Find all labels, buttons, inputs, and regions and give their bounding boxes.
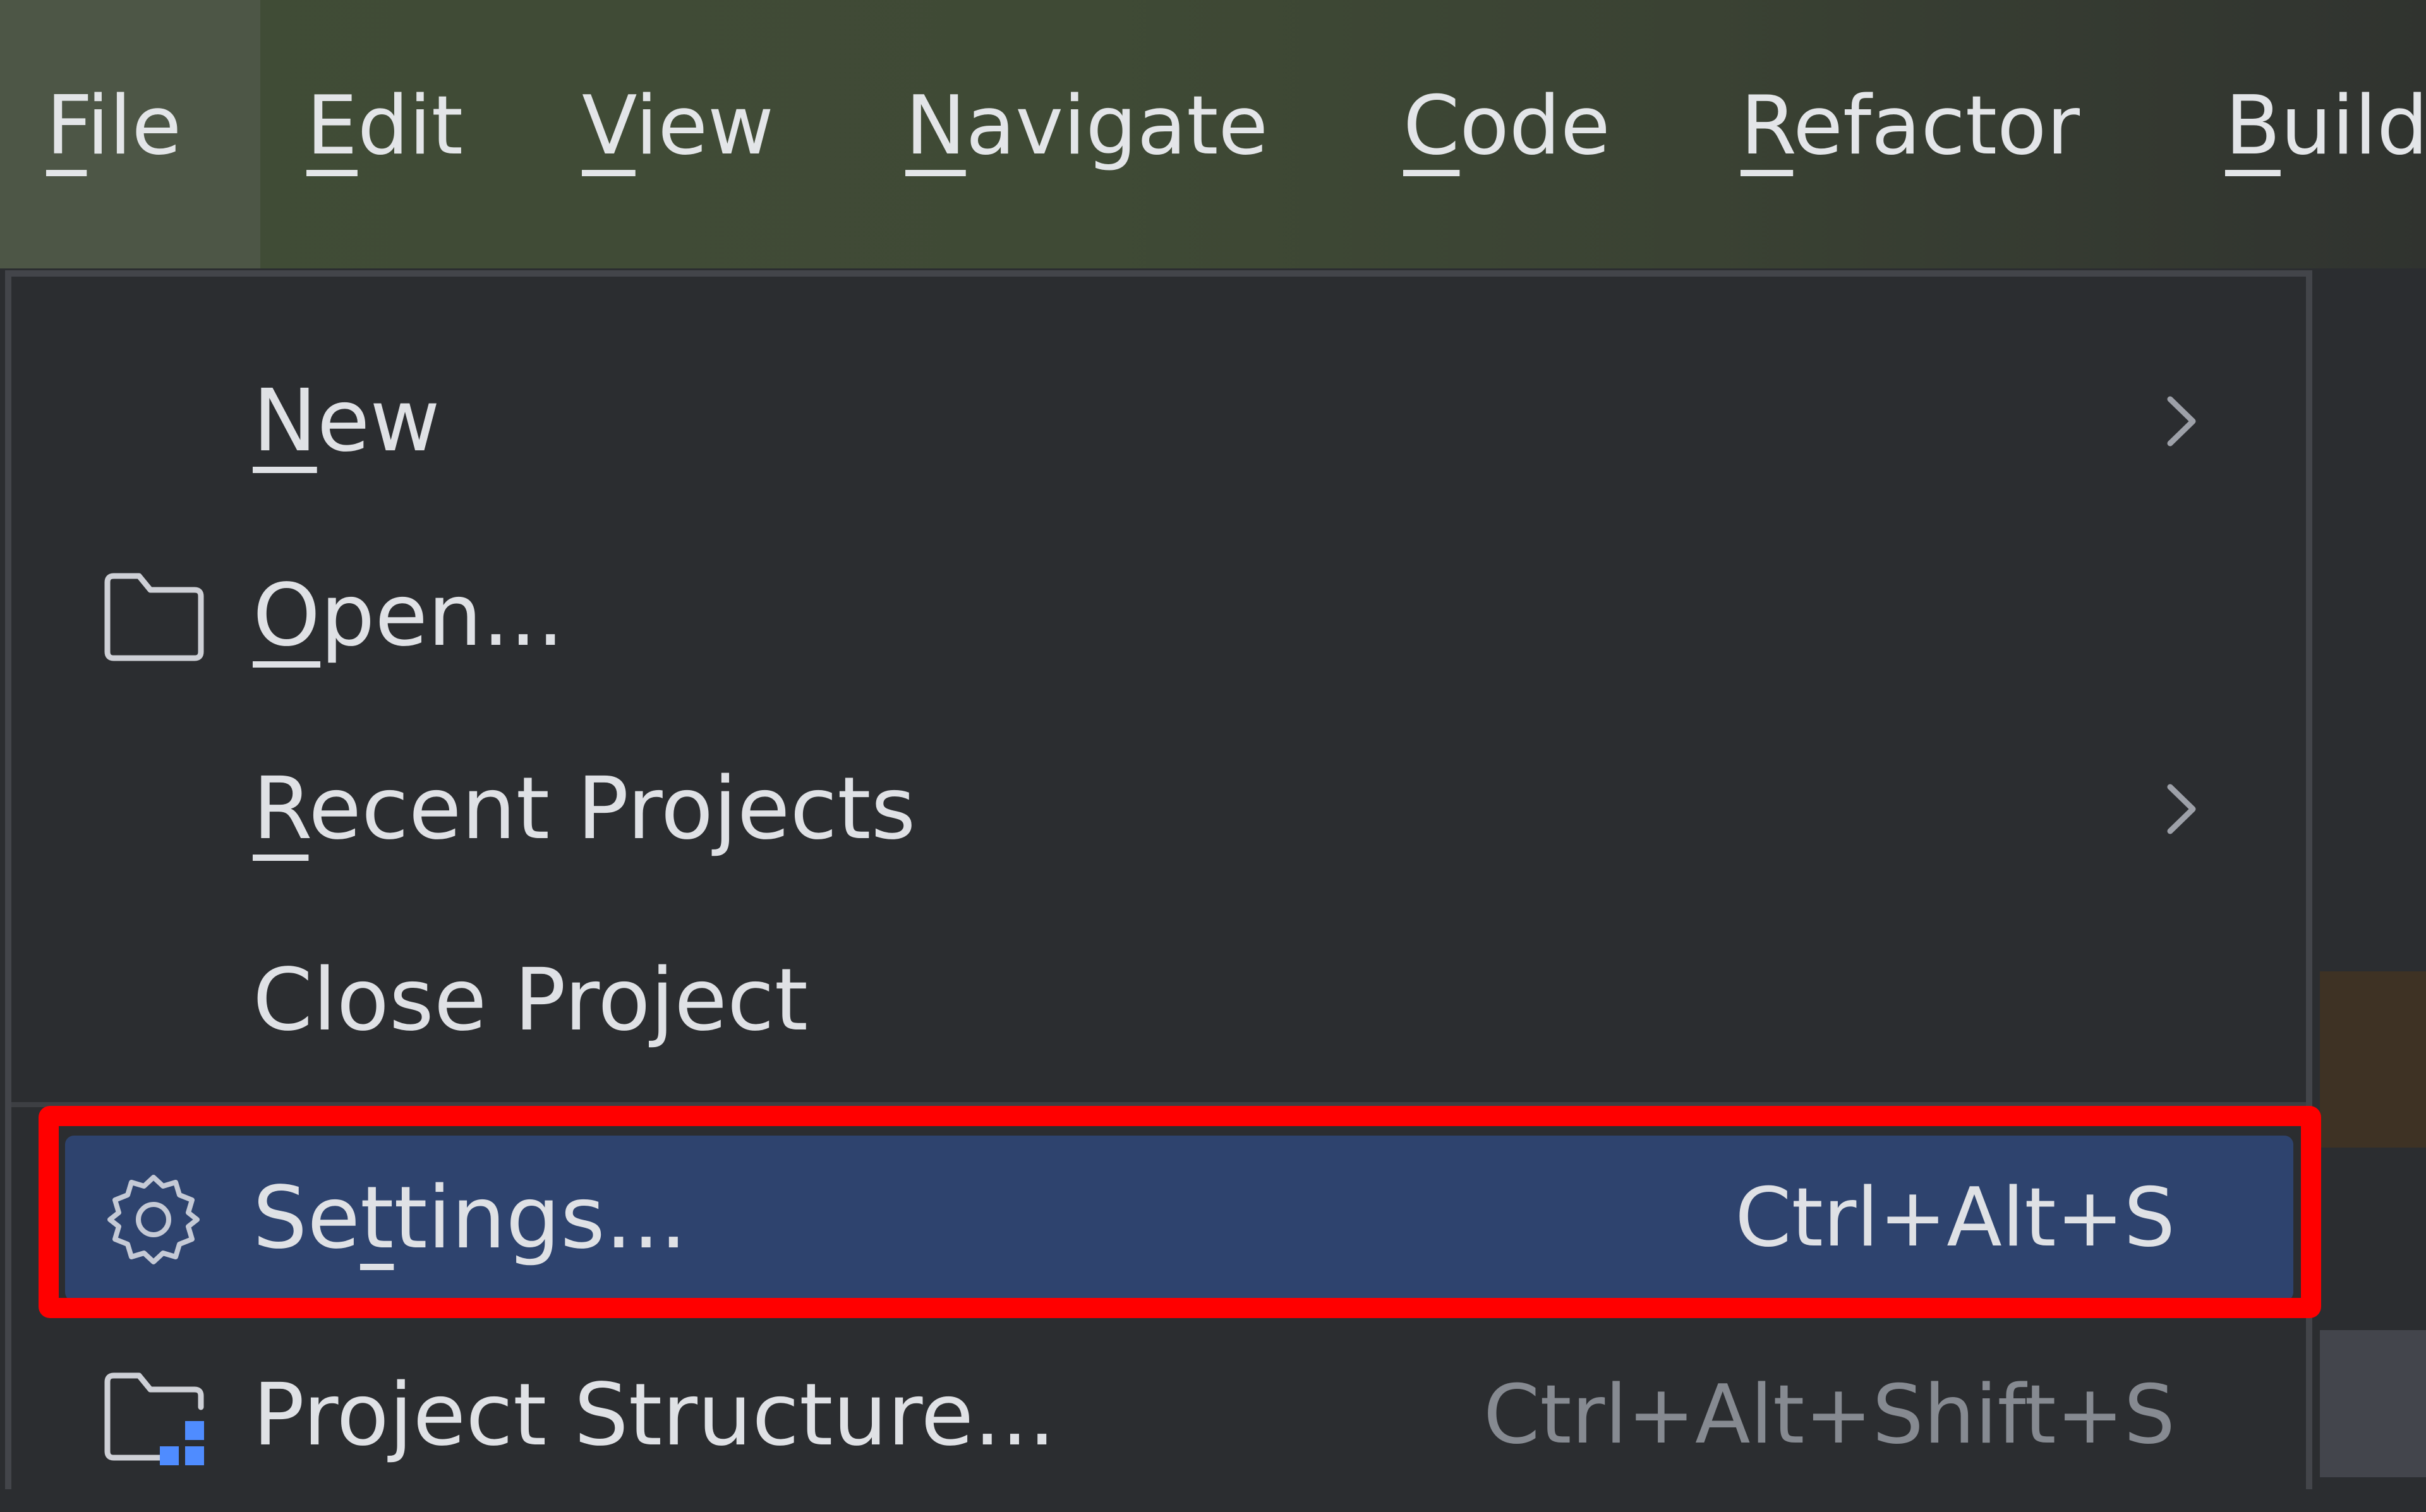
menu-file[interactable]: File xyxy=(0,0,260,268)
menu-item-label: Recent Projects xyxy=(253,759,916,859)
chevron-right-icon xyxy=(2167,396,2196,447)
folder-icon xyxy=(104,573,204,661)
menu-edit-label: Edit xyxy=(306,79,463,173)
mnemonic-letter: R xyxy=(253,759,309,859)
mnemonic-letter: B xyxy=(2225,79,2281,173)
menu-item-recent-projects[interactable]: Recent Projects xyxy=(11,712,2306,906)
menu-item-settings[interactable]: Settings... Ctrl+Alt+S xyxy=(11,1122,2306,1315)
mnemonic-letter: t xyxy=(360,1168,394,1268)
mnemonic-letter: N xyxy=(905,79,966,173)
editor-highlighted-line xyxy=(2320,971,2426,1148)
file-menu-popup: New Open... Recent Projects Close Projec… xyxy=(5,270,2312,1489)
menu-item-label: Open... xyxy=(253,566,564,666)
menu-navigate[interactable]: Navigate xyxy=(905,0,1268,268)
menu-file-mnemonic: File xyxy=(46,79,182,173)
mnemonic-letter: R xyxy=(1741,79,1794,173)
menu-item-project-structure[interactable]: Project Structure... Ctrl+Alt+Shift+S xyxy=(11,1319,2306,1512)
menu-code-label: Code xyxy=(1403,79,1610,173)
gear-icon xyxy=(107,1175,200,1264)
shortcut-label: Ctrl+Alt+S xyxy=(1735,1171,2175,1265)
menu-build-label: Build xyxy=(2225,79,2426,173)
menu-item-close-project[interactable]: Close Project xyxy=(11,904,2306,1097)
mnemonic-letter: E xyxy=(306,79,358,173)
mnemonic-letter: V xyxy=(582,79,636,173)
menu-refactor-label: Refactor xyxy=(1741,79,2080,173)
menu-refactor[interactable]: Refactor xyxy=(1741,0,2080,268)
shortcut-label: Ctrl+Alt+Shift+S xyxy=(1483,1368,2175,1462)
menu-item-open[interactable]: Open... xyxy=(11,519,2306,712)
editor-background xyxy=(2320,268,2426,1477)
menu-item-label: New xyxy=(253,371,440,471)
menu-code[interactable]: Code xyxy=(1403,0,1610,268)
menu-separator xyxy=(11,1102,2306,1107)
menu-build[interactable]: Build xyxy=(2225,0,2426,268)
mnemonic-letter: F xyxy=(46,79,87,173)
menu-item-label: Project Structure... xyxy=(253,1365,1056,1465)
mnemonic-letter: N xyxy=(253,371,317,471)
menu-item-label: Settings... xyxy=(253,1168,687,1268)
menu-navigate-label: Navigate xyxy=(905,79,1269,173)
menu-view-label: View xyxy=(582,79,774,173)
menu-item-label: Close Project xyxy=(253,951,809,1050)
menu-view[interactable]: View xyxy=(582,0,774,268)
mnemonic-letter: C xyxy=(1403,79,1460,173)
menu-edit[interactable]: Edit xyxy=(306,0,463,268)
mnemonic-letter: O xyxy=(253,566,321,666)
project-structure-icon xyxy=(104,1372,204,1465)
chevron-right-icon xyxy=(2167,784,2196,834)
menu-item-new[interactable]: New xyxy=(11,325,2306,518)
main-menubar: File Edit View Navigate Code Refactor Bu… xyxy=(0,0,2426,268)
editor-panel xyxy=(2320,1330,2426,1477)
